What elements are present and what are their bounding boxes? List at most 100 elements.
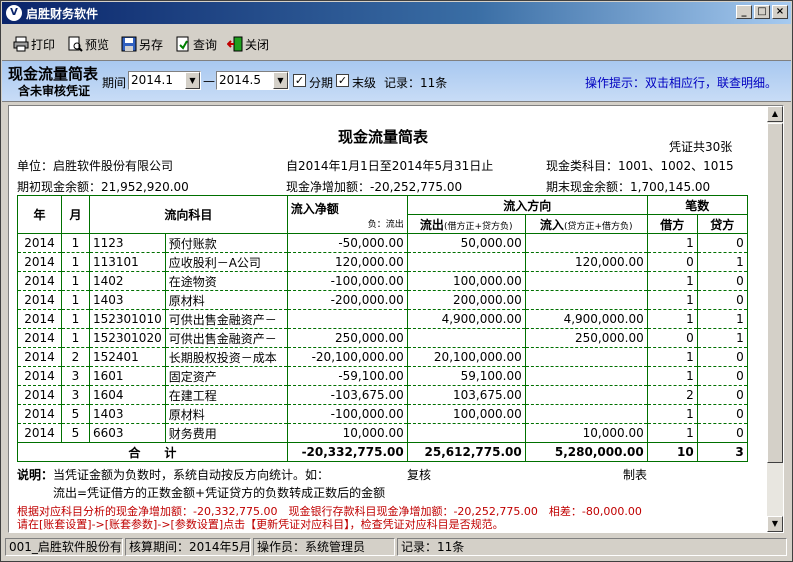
table-row[interactable]: 2014 1 1123 预付账款 -50,000.00 50,000.00 1 0 bbox=[17, 233, 748, 253]
leaf-level-checkbox[interactable]: ✓ bbox=[336, 74, 349, 87]
table-row[interactable]: 2014 1 152301010 可供出售金融资产－ 4,900,000.00 4,900… bbox=[17, 309, 748, 329]
cell-inflow: 10,000.00 bbox=[524, 423, 648, 443]
print-button[interactable]: 打印 bbox=[13, 33, 55, 55]
cell-account-code: 113101 bbox=[89, 252, 166, 272]
period-label: 期间 bbox=[102, 76, 127, 90]
window-title: 启胜财务软件 bbox=[26, 7, 99, 21]
minimize-button[interactable]: _ bbox=[736, 5, 752, 19]
chevron-down-icon[interactable]: ▼ bbox=[273, 72, 288, 89]
period-from-select[interactable]: 2014.1 ▼ bbox=[128, 71, 201, 90]
cell-year: 2014 bbox=[17, 252, 62, 272]
period-to-select[interactable]: 2014.5 ▼ bbox=[216, 71, 289, 90]
col-inflow-sub: (贷方正+借方负) bbox=[563, 221, 633, 232]
cell-outflow: 100,000.00 bbox=[406, 271, 526, 291]
note-line-2: 流出=凭证借方的正数金额+凭证贷方的负数转成正数后的金额 bbox=[53, 486, 386, 500]
cell-inflow bbox=[524, 271, 648, 291]
table-row[interactable]: 2014 3 1604 在建工程 -103,675.00 103,675.00 2 0 bbox=[17, 385, 748, 405]
scroll-thumb[interactable] bbox=[767, 123, 783, 463]
toolbar: 打印 预览 另存 查询 关闭 bbox=[3, 31, 789, 57]
cell-credit-count: 0 bbox=[696, 233, 748, 253]
cell-credit-count: 0 bbox=[696, 347, 748, 367]
cell-account-code: 1123 bbox=[89, 233, 166, 253]
close-window-button[interactable]: × bbox=[772, 5, 788, 19]
cell-credit-count: 1 bbox=[696, 309, 748, 329]
cell-account-name: 财务费用 bbox=[164, 423, 288, 443]
cell-net-inflow: -100,000.00 bbox=[286, 271, 408, 291]
cell-year: 2014 bbox=[17, 233, 62, 253]
cell-year: 2014 bbox=[17, 423, 62, 443]
report-title: 现金流量简表 bbox=[337, 128, 428, 146]
query-icon bbox=[175, 36, 191, 52]
cell-credit-count: 0 bbox=[696, 366, 748, 386]
cell-credit-count: 1 bbox=[696, 328, 748, 348]
preview-button[interactable]: 预览 bbox=[67, 33, 109, 55]
cell-debit-count: 1 bbox=[646, 309, 698, 329]
cell-credit-count: 0 bbox=[696, 290, 748, 310]
col-count: 笔数 bbox=[646, 195, 748, 215]
cell-outflow: 20,100,000.00 bbox=[406, 347, 526, 367]
preview-icon bbox=[67, 36, 83, 52]
net-increase: 现金净增加额：-20,252,775.00 bbox=[286, 180, 463, 194]
table-row[interactable]: 2014 2 152401 长期股权投资－成本 -20,100,000.00 20,100… bbox=[17, 347, 748, 367]
cell-account-name: 长期股权投资－成本 bbox=[164, 347, 288, 367]
table-row[interactable]: 2014 5 6603 财务费用 10,000.00 10,000.00 1 0 bbox=[17, 423, 748, 443]
cell-debit-count: 1 bbox=[646, 366, 698, 386]
split-period-checkbox[interactable]: ✓ bbox=[293, 74, 306, 87]
scroll-up-icon[interactable]: ▲ bbox=[767, 106, 783, 122]
voucher-count: 凭证共30张 bbox=[669, 140, 733, 154]
cell-debit-count: 0 bbox=[646, 252, 698, 272]
cell-account-name: 可供出售金融资产－ bbox=[164, 328, 288, 348]
col-outflow: 流出(借方正+贷方负) bbox=[406, 214, 526, 234]
table-row[interactable]: 2014 1 113101 应收股利－A公司 120,000.00 120,000.00 0… bbox=[17, 252, 748, 272]
cell-account-code: 152301010 bbox=[89, 309, 166, 329]
cell-debit-count: 0 bbox=[646, 328, 698, 348]
period-to-value: 2014.5 bbox=[219, 73, 261, 87]
table-row[interactable]: 2014 5 1403 原材料 -100,000.00 100,000.00 1 0 bbox=[17, 404, 748, 424]
cell-debit-count: 1 bbox=[646, 233, 698, 253]
cell-inflow bbox=[524, 347, 648, 367]
cell-month: 2 bbox=[61, 347, 90, 367]
scroll-down-icon[interactable]: ▼ bbox=[767, 516, 783, 532]
period-dash: — bbox=[203, 74, 215, 88]
col-direction: 流入方向 bbox=[406, 195, 648, 215]
leaf-level-label: 末级 bbox=[352, 76, 377, 90]
cell-outflow bbox=[406, 328, 526, 348]
note-line-1: 当凭证金额为负数时，系统自动按反方向统计。如： bbox=[53, 468, 330, 482]
cell-outflow: 4,900,000.00 bbox=[406, 309, 526, 329]
chevron-down-icon[interactable]: ▼ bbox=[185, 72, 200, 89]
cell-net-inflow bbox=[286, 309, 408, 329]
save-as-button[interactable]: 另存 bbox=[121, 33, 163, 55]
total-label: 合 计 bbox=[17, 442, 288, 462]
maximize-button[interactable]: □ bbox=[754, 5, 770, 19]
opening-balance: 期初现金余额：21,952,920.00 bbox=[17, 180, 189, 194]
cell-account-name: 预付账款 bbox=[164, 233, 288, 253]
cell-net-inflow: -103,675.00 bbox=[286, 385, 408, 405]
cell-credit-count: 0 bbox=[696, 404, 748, 424]
vertical-scrollbar[interactable]: ▲ ▼ bbox=[767, 106, 783, 532]
table-row[interactable]: 2014 3 1601 固定资产 -59,100.00 59,100.00 1 0 bbox=[17, 366, 748, 386]
cell-year: 2014 bbox=[17, 385, 62, 405]
table-row[interactable]: 2014 1 1402 在途物资 -100,000.00 100,000.00 1 0 bbox=[17, 271, 748, 291]
total-outflow: 25,612,775.00 bbox=[406, 442, 526, 462]
table-row[interactable]: 2014 1 1403 原材料 -200,000.00 200,000.00 1 0 bbox=[17, 290, 748, 310]
title-bar[interactable]: V 启胜财务软件 _ □ × bbox=[2, 2, 791, 24]
table-row[interactable]: 2014 1 152301020 可供出售金融资产－ 250,000.00 250,000… bbox=[17, 328, 748, 348]
cell-year: 2014 bbox=[17, 290, 62, 310]
cell-account-code: 152401 bbox=[89, 347, 166, 367]
cell-debit-count: 1 bbox=[646, 404, 698, 424]
cell-inflow bbox=[524, 404, 648, 424]
cell-debit-count: 1 bbox=[646, 423, 698, 443]
close-button[interactable]: 关闭 bbox=[226, 33, 270, 55]
cell-net-inflow: -20,100,000.00 bbox=[286, 347, 408, 367]
cell-inflow bbox=[524, 366, 648, 386]
query-button[interactable]: 查询 bbox=[175, 33, 217, 55]
cell-month: 1 bbox=[61, 252, 90, 272]
cell-account-code: 1604 bbox=[89, 385, 166, 405]
report-page: 现金流量简表 凭证共30张 单位：启胜软件股份有限公司 自2014年1月1日至2… bbox=[13, 110, 765, 531]
cell-net-inflow: -50,000.00 bbox=[286, 233, 408, 253]
close-label: 关闭 bbox=[245, 37, 270, 52]
cell-inflow bbox=[524, 385, 648, 405]
period-from-value: 2014.1 bbox=[131, 73, 173, 87]
cell-month: 1 bbox=[61, 290, 90, 310]
cell-net-inflow: -100,000.00 bbox=[286, 404, 408, 424]
